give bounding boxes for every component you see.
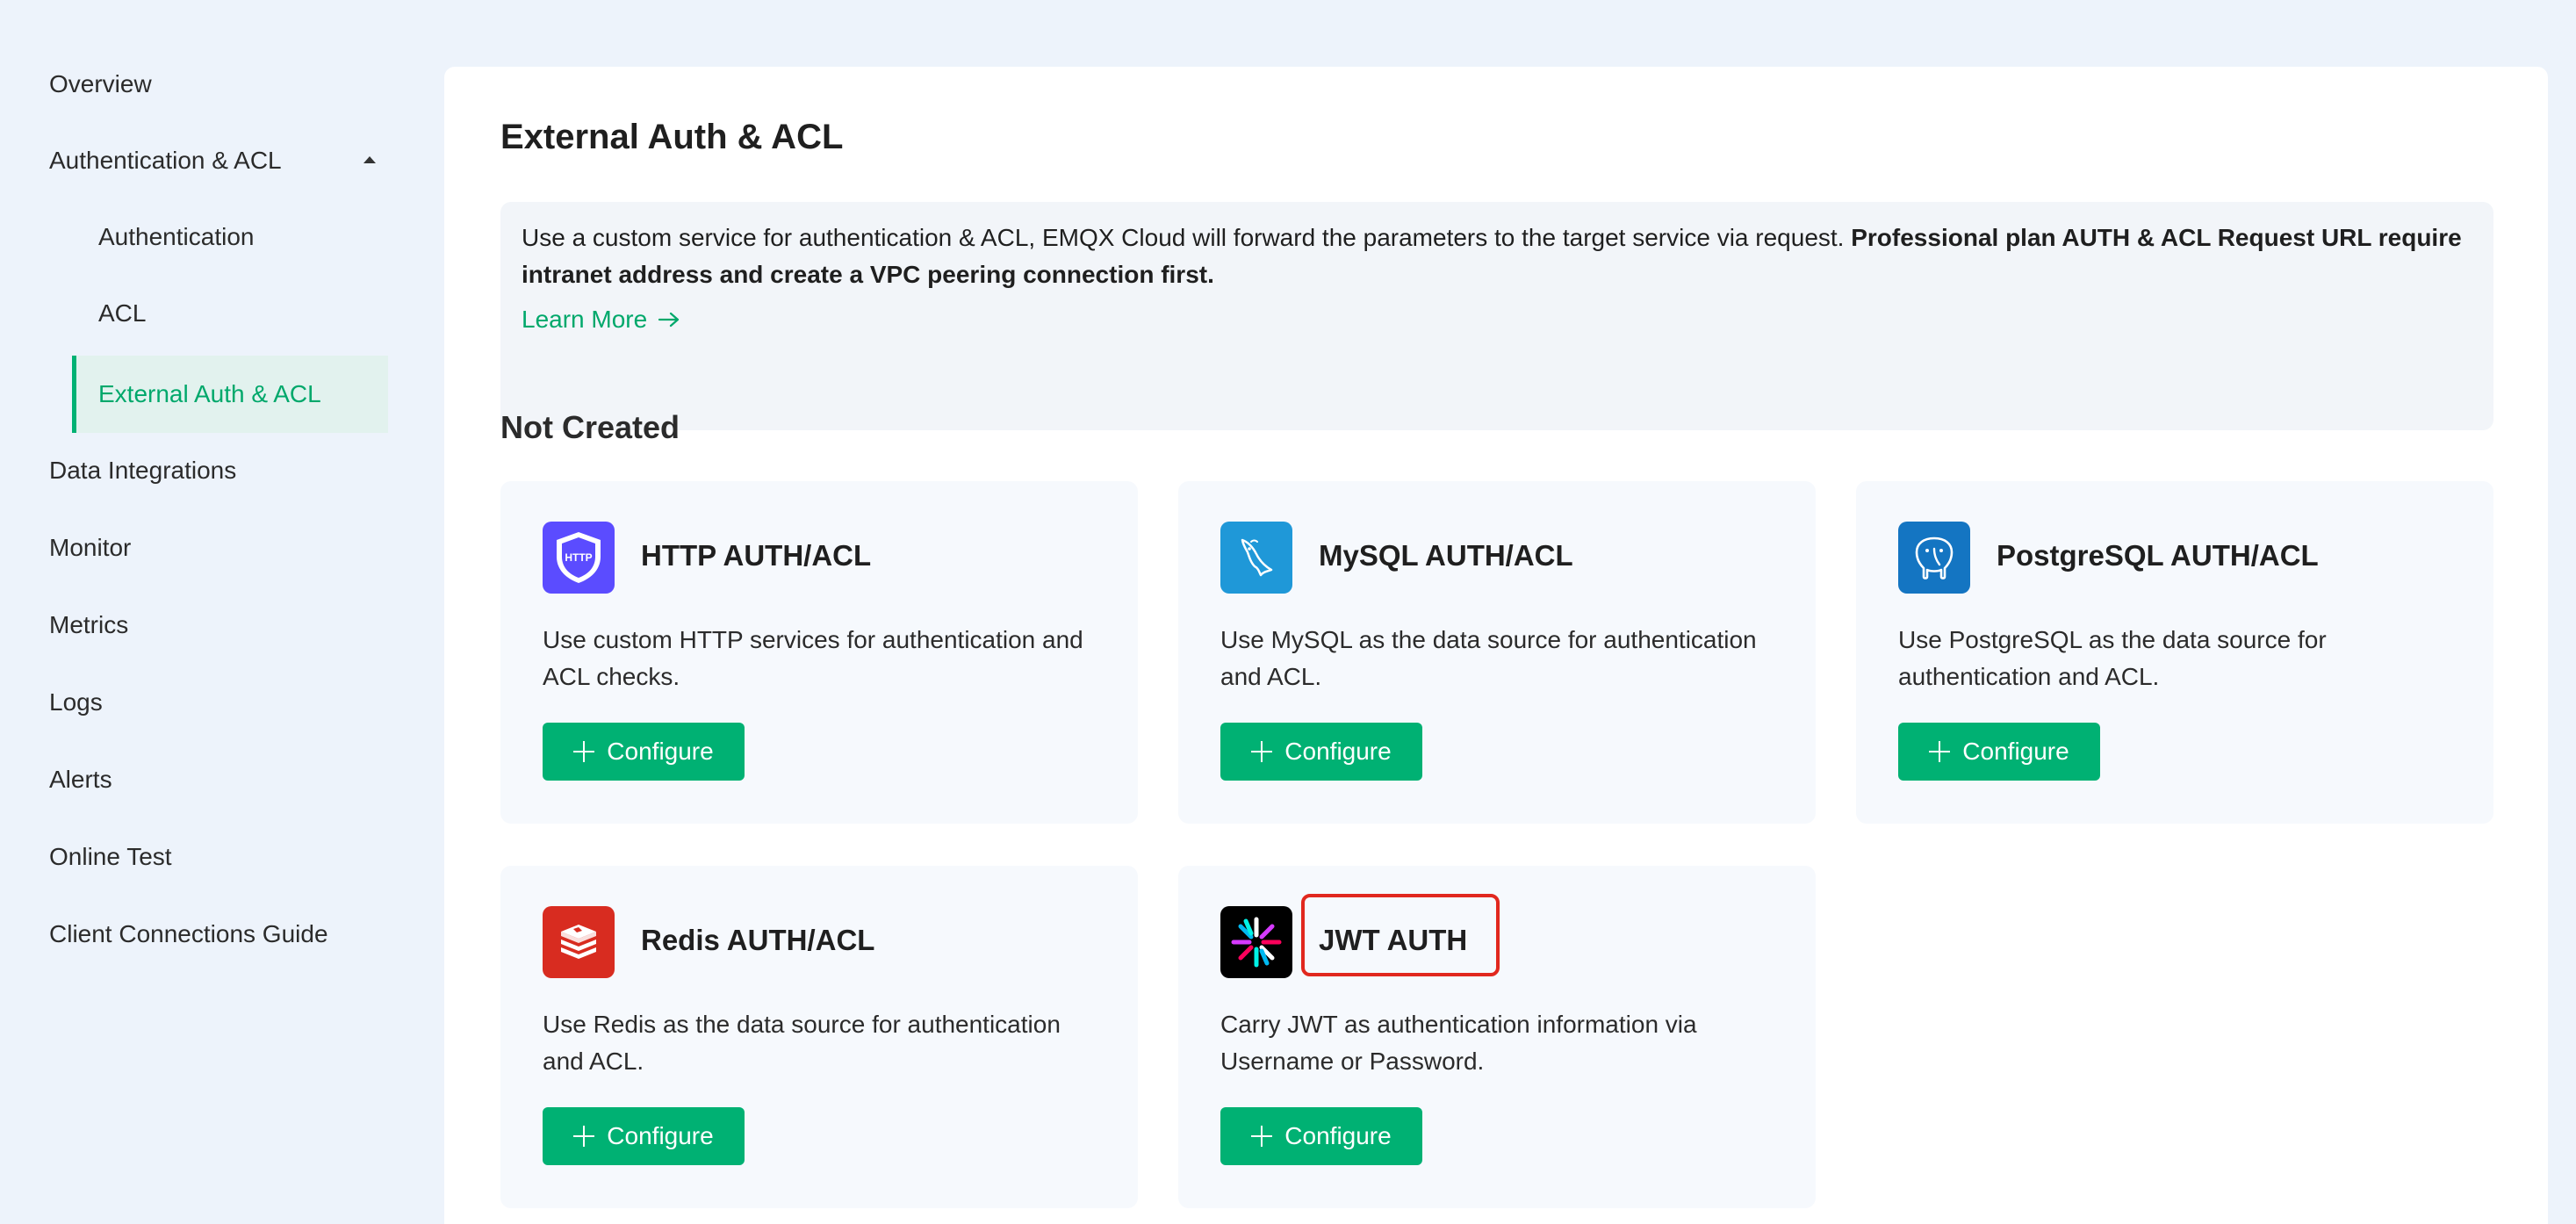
sidebar-item-logs[interactable]: Logs — [49, 668, 388, 737]
configure-label: Configure — [607, 1122, 714, 1149]
plus-icon — [1251, 1126, 1273, 1147]
sidebar-item-label: Authentication & ACL — [49, 147, 282, 174]
page-title: External Auth & ACL — [500, 118, 844, 156]
configure-button-http[interactable]: Configure — [543, 723, 745, 781]
sidebar: Overview Authentication & ACL Authentica… — [0, 0, 413, 1224]
sidebar-item-online-test[interactable]: Online Test — [49, 823, 388, 891]
plus-icon — [573, 1126, 595, 1147]
sidebar-item-authentication[interactable]: Authentication — [72, 203, 388, 271]
main-panel: External Auth & ACL Use a custom service… — [444, 67, 2548, 1224]
configure-button-mysql[interactable]: Configure — [1220, 723, 1422, 781]
sidebar-item-label: Client Connections Guide — [49, 920, 328, 947]
card-jwt-auth: JWT AUTH Carry JWT as authentication inf… — [1178, 866, 1816, 1208]
sidebar-item-label: Authentication — [98, 223, 255, 250]
sidebar-item-external-auth-acl[interactable]: External Auth & ACL — [72, 356, 388, 433]
caret-up-icon — [363, 156, 376, 163]
card-title: MySQL AUTH/ACL — [1319, 539, 1573, 572]
sidebar-item-label: Alerts — [49, 766, 112, 793]
configure-label: Configure — [1284, 738, 1392, 765]
sidebar-item-label: ACL — [98, 299, 147, 327]
configure-label: Configure — [1962, 738, 2069, 765]
sidebar-item-label: Online Test — [49, 843, 172, 870]
app: Overview Authentication & ACL Authentica… — [0, 0, 2576, 1224]
card-title: HTTP AUTH/ACL — [641, 539, 872, 572]
redis-stack-icon — [543, 906, 615, 978]
plus-icon — [573, 741, 595, 762]
plus-icon — [1929, 741, 1951, 762]
learn-more-link[interactable]: Learn More — [522, 306, 680, 334]
configure-button-redis[interactable]: Configure — [543, 1107, 745, 1165]
plus-icon — [1251, 741, 1273, 762]
info-text: Use a custom service for authentication … — [522, 220, 2472, 293]
mysql-dolphin-icon — [1220, 522, 1292, 594]
postgresql-elephant-icon — [1898, 522, 1970, 594]
configure-label: Configure — [607, 738, 714, 765]
sidebar-item-overview[interactable]: Overview — [49, 50, 388, 119]
card-description: Use MySQL as the data source for authent… — [1220, 626, 1757, 690]
card-description: Carry JWT as authentication information … — [1220, 1011, 1697, 1075]
card-description: Use custom HTTP services for authenticat… — [543, 626, 1083, 690]
configure-button-postgresql[interactable]: Configure — [1898, 723, 2100, 781]
http-shield-icon: HTTP — [543, 522, 615, 594]
sidebar-item-alerts[interactable]: Alerts — [49, 745, 388, 814]
section-title: Not Created — [500, 409, 680, 445]
sidebar-item-label: Data Integrations — [49, 457, 237, 484]
sidebar-item-monitor[interactable]: Monitor — [49, 514, 388, 582]
sidebar-item-authentication-acl[interactable]: Authentication & ACL — [49, 126, 388, 195]
sidebar-item-label: Logs — [49, 688, 103, 716]
card-description: Use PostgreSQL as the data source for au… — [1898, 626, 2327, 690]
card-redis-auth-acl: Redis AUTH/ACL Use Redis as the data sou… — [500, 866, 1138, 1208]
card-http-auth-acl: HTTP HTTP AUTH/ACL Use custom HTTP servi… — [500, 481, 1138, 824]
card-title: Redis AUTH/ACL — [641, 924, 875, 956]
info-description: Use a custom service for authentication … — [522, 224, 1852, 251]
card-title: PostgreSQL AUTH/ACL — [1997, 539, 2319, 572]
http-icon-text: HTTP — [565, 551, 592, 564]
info-banner: Use a custom service for authentication … — [500, 202, 2493, 430]
card-mysql-auth-acl: MySQL AUTH/ACL Use MySQL as the data sou… — [1178, 481, 1816, 824]
learn-more-label: Learn More — [522, 306, 648, 333]
sidebar-item-label: Monitor — [49, 534, 132, 561]
arrow-right-icon — [658, 312, 680, 328]
card-description: Use Redis as the data source for authent… — [543, 1011, 1061, 1075]
configure-label: Configure — [1284, 1122, 1392, 1149]
sidebar-item-label: External Auth & ACL — [98, 380, 321, 407]
sidebar-item-metrics[interactable]: Metrics — [49, 591, 388, 659]
sidebar-item-data-integrations[interactable]: Data Integrations — [49, 436, 388, 505]
configure-button-jwt[interactable]: Configure — [1220, 1107, 1422, 1165]
jwt-burst-icon — [1220, 906, 1292, 978]
sidebar-item-client-connections-guide[interactable]: Client Connections Guide — [49, 900, 388, 968]
sidebar-item-label: Overview — [49, 70, 152, 97]
sidebar-item-acl[interactable]: ACL — [72, 279, 388, 348]
sidebar-item-label: Metrics — [49, 611, 129, 638]
card-title: JWT AUTH — [1319, 924, 1468, 956]
card-postgresql-auth-acl: PostgreSQL AUTH/ACL Use PostgreSQL as th… — [1856, 481, 2493, 824]
